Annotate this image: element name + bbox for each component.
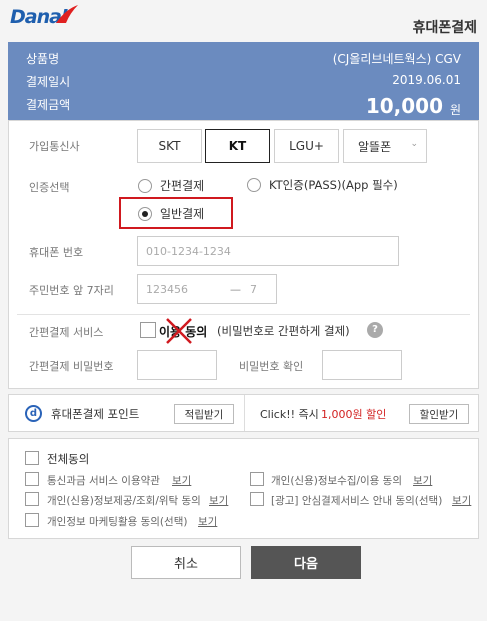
- auth-general-text: 일반결제: [160, 207, 205, 221]
- chevron-down-icon: ⌄: [410, 139, 418, 149]
- date-label: 결제일시: [26, 75, 71, 89]
- easy-pw-confirm-input[interactable]: [322, 350, 402, 380]
- auth-label: 인증선택: [29, 181, 70, 194]
- payment-summary: 상품명 (CJ올리브네트웍스) CGV 결제일시 2019.06.01 결제금액…: [8, 42, 479, 120]
- carrier-mvno-label: 알뜰폰: [358, 139, 392, 154]
- auth-easy-text: 간편결제: [160, 179, 205, 193]
- amount-unit: 원: [449, 103, 461, 117]
- divider: [244, 395, 245, 431]
- payment-form: 가입통신사 SKT KT LGU+ 알뜰폰 ⌄ 인증선택 간편결제 KT인증(P…: [8, 120, 479, 389]
- terms-text-2: 개인(신용)정보제공/조회/위탁 동의: [47, 495, 201, 507]
- auth-easy-radio[interactable]: [138, 178, 152, 193]
- agree-all-label: 전체동의: [47, 452, 90, 466]
- terms-view-link-3[interactable]: 보기: [452, 493, 471, 508]
- terms-section: 전체동의 통신과금 서비스 이용약관 보기 개인(신용)정보수집/이용 동의 보…: [8, 438, 479, 539]
- phone-input[interactable]: 010-1234-1234: [137, 236, 399, 266]
- terms-text-4: 개인정보 마케팅활용 동의(선택): [47, 516, 188, 528]
- date-value: 2019.06.01: [392, 73, 461, 87]
- earn-points-button[interactable]: 적립받기: [174, 404, 234, 424]
- auth-pass-radio[interactable]: [247, 178, 261, 192]
- amount-value: 10,000: [365, 94, 443, 118]
- terms-view-link-4[interactable]: 보기: [198, 514, 217, 529]
- points-label: 휴대폰결제 포인트: [51, 407, 140, 421]
- danal-point-icon: d: [25, 405, 42, 422]
- promo-amount: 1,000원 할인: [321, 408, 387, 421]
- cancel-button[interactable]: 취소: [131, 546, 241, 579]
- easy-service-label: 간편결제 서비스: [29, 326, 104, 339]
- auth-pass-text: KT인증(PASS)(App 필수): [269, 178, 398, 192]
- easy-service-desc: (비밀번호로 간편하게 결제): [217, 324, 350, 338]
- carrier-label: 가입통신사: [29, 140, 80, 153]
- terms-checkbox-3[interactable]: [250, 492, 264, 506]
- amount-label: 결제금액: [26, 98, 71, 112]
- resident-front-placeholder: 123456: [146, 282, 188, 296]
- product-label: 상품명: [26, 52, 60, 66]
- auth-general-radio[interactable]: [138, 206, 152, 221]
- resident-dash: —: [230, 282, 241, 296]
- carrier-mvno-select[interactable]: 알뜰폰 ⌄: [343, 129, 427, 163]
- easy-pw-label: 간편결제 비밀번호: [29, 360, 114, 373]
- terms-view-link-2[interactable]: 보기: [209, 493, 228, 508]
- discount-button[interactable]: 할인받기: [409, 404, 469, 424]
- auth-general-option[interactable]: 일반결제: [138, 205, 204, 222]
- terms-checkbox-0[interactable]: [25, 472, 39, 486]
- page-title: 휴대폰결제: [412, 20, 477, 36]
- terms-view-link-0[interactable]: 보기: [172, 473, 191, 488]
- terms-checkbox-2[interactable]: [25, 492, 39, 506]
- next-button[interactable]: 다음: [251, 546, 361, 579]
- cross-out-icon: [166, 318, 192, 344]
- help-icon[interactable]: ?: [367, 322, 383, 338]
- terms-view-link-1[interactable]: 보기: [413, 473, 432, 488]
- divider: [17, 314, 470, 315]
- agree-all-checkbox[interactable]: [25, 451, 39, 465]
- product-value: (CJ올리브네트웍스) CGV: [332, 52, 461, 66]
- easy-pw-input[interactable]: [137, 350, 217, 380]
- auth-easy-option[interactable]: 간편결제: [138, 177, 204, 194]
- logo-swoosh-icon: [56, 5, 78, 23]
- terms-checkbox-1[interactable]: [250, 472, 264, 486]
- carrier-kt-button[interactable]: KT: [205, 129, 270, 163]
- promo-prefix: Click!! 즉시: [260, 408, 319, 421]
- terms-text-1: 개인(신용)정보수집/이용 동의: [271, 475, 402, 487]
- auth-pass-option[interactable]: KT인증(PASS)(App 필수): [247, 177, 398, 193]
- carrier-lgu-button[interactable]: LGU+: [274, 129, 339, 163]
- terms-checkbox-4[interactable]: [25, 513, 39, 527]
- terms-text-3: [광고] 안심결제서비스 안내 동의(선택): [271, 495, 443, 507]
- resident-back-placeholder: 7: [250, 282, 257, 296]
- carrier-skt-button[interactable]: SKT: [137, 129, 202, 163]
- terms-text-0: 통신과금 서비스 이용약관: [47, 475, 160, 487]
- resident-label: 주민번호 앞 7자리: [29, 284, 114, 297]
- easy-service-checkbox[interactable]: [140, 322, 156, 338]
- easy-pw-confirm-label: 비밀번호 확인: [239, 360, 304, 373]
- resident-input[interactable]: 123456 — 7: [137, 274, 277, 304]
- phone-label: 휴대폰 번호: [29, 246, 84, 259]
- points-bar: d 휴대폰결제 포인트 적립받기 Click!! 즉시 1,000원 할인 할인…: [8, 394, 479, 432]
